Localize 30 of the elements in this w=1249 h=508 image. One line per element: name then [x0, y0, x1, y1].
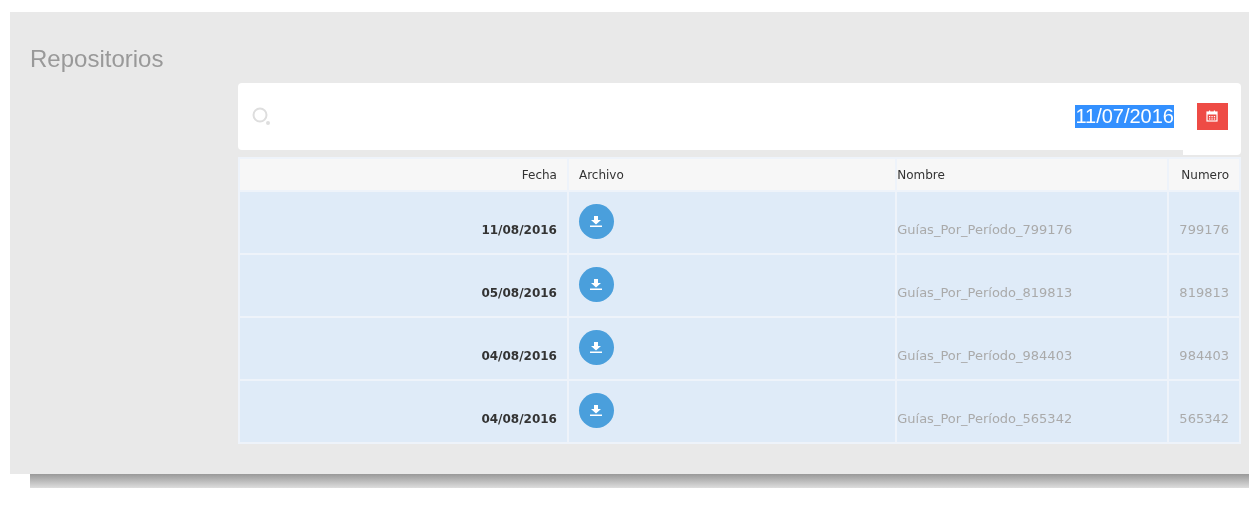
- calendar-button[interactable]: [1196, 102, 1228, 130]
- column-header: Archivo: [567, 158, 897, 191]
- number-cell: 565342: [1168, 380, 1240, 443]
- name-cell: Guías_Por_Período_799176: [896, 191, 1169, 254]
- search-field[interactable]: 11/07/2016: [238, 83, 1183, 150]
- download-icon: [590, 342, 603, 353]
- number-cell: 799176: [1168, 191, 1240, 254]
- download-icon: [590, 405, 603, 416]
- name-cell: Guías_Por_Período_565342: [896, 380, 1169, 443]
- download-button[interactable]: [578, 330, 614, 365]
- name-cell: Guías_Por_Período_819813: [896, 254, 1169, 317]
- date-cell: 04/08/2016: [239, 317, 568, 380]
- download-icon: [590, 279, 603, 290]
- download-button[interactable]: [578, 267, 614, 302]
- name-cell: Guías_Por_Período_984403: [896, 317, 1169, 380]
- download-icon: [590, 216, 603, 227]
- number-cell: 819813: [1168, 254, 1240, 317]
- column-header: Fecha: [239, 158, 568, 191]
- date-cell: 04/08/2016: [239, 380, 568, 443]
- number-cell: 984403: [1168, 317, 1240, 380]
- date-cell: 05/08/2016: [239, 254, 568, 317]
- column-header: Nombre: [896, 158, 1169, 191]
- download-button[interactable]: [578, 393, 614, 428]
- page-title: Repositorios: [30, 44, 165, 74]
- download-button[interactable]: [578, 204, 614, 239]
- calendar-icon: [1206, 110, 1218, 122]
- date-cell: 11/08/2016: [239, 191, 568, 254]
- date-value: 11/07/2016: [1075, 105, 1174, 128]
- column-header: Numero: [1168, 158, 1240, 191]
- search-icon: [252, 106, 272, 127]
